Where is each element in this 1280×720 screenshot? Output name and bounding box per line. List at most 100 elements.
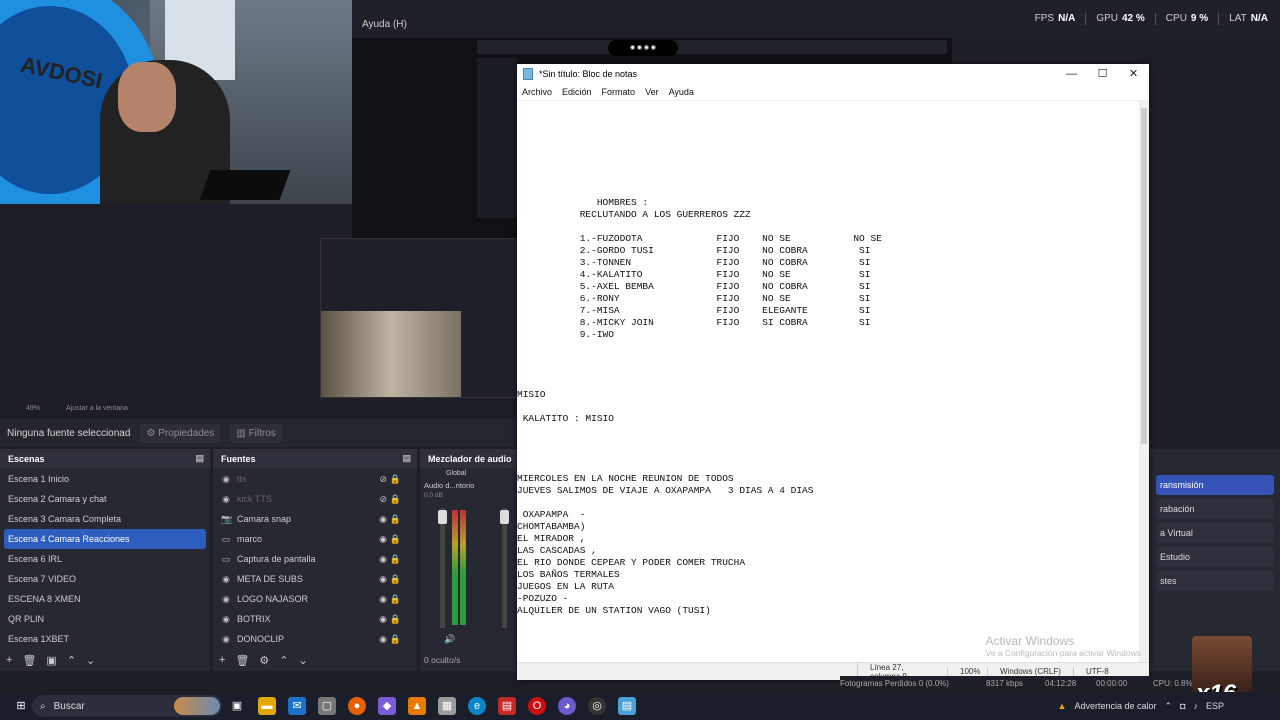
network-icon[interactable]: ◘ <box>1180 701 1185 711</box>
eye-icon[interactable]: ◉ <box>379 629 387 649</box>
eye-icon[interactable]: ◉ <box>379 569 387 589</box>
eye-icon[interactable]: ◉ <box>379 529 387 549</box>
gear-icon[interactable]: ⚙ <box>259 654 269 667</box>
close-icon[interactable]: ✕ <box>1118 64 1149 84</box>
language-indicator[interactable]: ESP <box>1206 701 1224 711</box>
undock-icon[interactable]: ▤ <box>402 453 411 464</box>
arrow-down-icon[interactable]: ⌄ <box>86 654 95 667</box>
lock-icon[interactable]: 🔒 <box>390 529 401 549</box>
maximize-icon[interactable]: ☐ <box>1087 64 1118 84</box>
chevron-up-icon[interactable]: ⌃ <box>1165 701 1173 712</box>
scene-item[interactable]: Escena 3 Camara Completa <box>0 509 210 529</box>
file-explorer-icon[interactable]: ▬ <box>258 697 276 715</box>
volume-slider[interactable] <box>440 508 445 628</box>
source-item[interactable]: 📷 Camara snap ◉ 🔒 <box>213 509 417 529</box>
source-item[interactable]: ◉ META DE SUBS ◉ 🔒 <box>213 569 417 589</box>
zoom-fit[interactable]: Ajustar a la ventana <box>66 405 128 412</box>
obs-icon[interactable]: ◎ <box>588 697 606 715</box>
source-item[interactable]: ▭ marco ◉ 🔒 <box>213 529 417 549</box>
heat-warning[interactable]: Advertencia de calor <box>1074 701 1156 711</box>
speaker-icon[interactable]: 🔊 <box>444 634 455 645</box>
eye-icon[interactable]: ◉ <box>379 509 387 529</box>
source-item[interactable]: ◉ LOGO NAJASOR ◉ 🔒 <box>213 589 417 609</box>
lock-icon[interactable]: 🔒 <box>390 509 401 529</box>
scene-item[interactable]: Escena 1 Inicio <box>0 469 210 489</box>
lock-icon[interactable]: 🔒 <box>390 589 401 609</box>
lock-icon[interactable]: 🔒 <box>390 549 401 569</box>
source-item[interactable]: ◉ kick TTS ⊘ 🔒 <box>213 489 417 509</box>
eye-icon[interactable]: ◉ <box>379 609 387 629</box>
arrow-up-icon[interactable]: ⌃ <box>279 654 288 667</box>
firefox-icon[interactable]: ● <box>348 697 366 715</box>
scene-item[interactable]: Escena 1XBET <box>0 629 210 649</box>
filters-button[interactable]: ▥ Filtros <box>230 423 282 443</box>
volume-slider-handle[interactable] <box>438 510 447 524</box>
notepad-titlebar[interactable]: *Sin título: Bloc de notas — ☐ ✕ <box>517 64 1149 84</box>
settings-button[interactable]: stes <box>1156 571 1274 591</box>
minimize-icon[interactable]: — <box>1056 64 1087 84</box>
eye-icon[interactable]: ◉ <box>379 589 387 609</box>
mixer-global-tab[interactable]: Global <box>446 470 466 477</box>
eye-icon[interactable]: ◉ <box>379 549 387 569</box>
add-icon[interactable]: + <box>219 654 225 666</box>
undock-icon[interactable]: ▤ <box>195 453 204 464</box>
scene-item[interactable]: QR PLIN <box>0 609 210 629</box>
notepad-text-area[interactable]: HOMBRES : RECLUTANDO A LOS GUERREROS ZZZ… <box>517 100 1139 662</box>
start-stream-button[interactable]: ransmisión <box>1156 475 1274 495</box>
scene-item[interactable]: Escena 2 Camara y chat <box>0 489 210 509</box>
notepad-window[interactable]: *Sin título: Bloc de notas — ☐ ✕ Archivo… <box>517 64 1149 681</box>
properties-button[interactable]: ⚙ Propiedades <box>140 423 221 443</box>
app-icon-3[interactable]: ▦ <box>438 697 456 715</box>
trash-icon[interactable]: 🗑 <box>22 654 36 667</box>
scene-item[interactable]: Escena 7 VIDEO <box>0 569 210 589</box>
add-icon[interactable]: + <box>6 654 12 666</box>
source-item[interactable]: ◉ tts ⊘ 🔒 <box>213 469 417 489</box>
filter-icon[interactable]: ▣ <box>46 654 56 667</box>
windows-start-icon[interactable]: ⊞ <box>12 697 30 715</box>
app-icon-2[interactable]: ◆ <box>378 697 396 715</box>
browser-icon: ◉ <box>222 494 230 504</box>
discord-icon[interactable]: ◕ <box>558 697 576 715</box>
lock-icon[interactable]: 🔒 <box>390 629 401 649</box>
vlc-icon[interactable]: ▲ <box>408 697 426 715</box>
opera-icon[interactable]: O <box>528 697 546 715</box>
notepad-scrollbar[interactable] <box>1139 100 1149 662</box>
arrow-up-icon[interactable]: ⌃ <box>67 654 76 667</box>
scene-item[interactable]: ESCENA 8 XMEN <box>0 589 210 609</box>
volume-slider-handle-2[interactable] <box>500 510 509 524</box>
scene-item[interactable]: Escena 4 Camara Reacciones <box>4 529 206 549</box>
edge-icon[interactable]: e <box>468 697 486 715</box>
notepad-taskbar-icon[interactable]: ▤ <box>618 697 636 715</box>
arrow-down-icon[interactable]: ⌄ <box>299 654 308 667</box>
lock-icon[interactable]: 🔒 <box>390 609 401 629</box>
app-icon-4[interactable]: ▤ <box>498 697 516 715</box>
menu-archivo[interactable]: Archivo <box>522 87 552 97</box>
task-view-icon[interactable]: ▣ <box>228 697 246 715</box>
mail-icon[interactable]: ✉ <box>288 697 306 715</box>
menu-ayuda[interactable]: Ayuda <box>669 87 694 97</box>
lock-icon[interactable]: 🔒 <box>390 489 401 509</box>
source-item[interactable]: ◉ BOTRIX ◉ 🔒 <box>213 609 417 629</box>
eye-hidden-icon[interactable]: ⊘ <box>379 469 387 489</box>
menu-edición[interactable]: Edición <box>562 87 592 97</box>
app-icon[interactable]: ▢ <box>318 697 336 715</box>
lock-icon[interactable]: 🔒 <box>390 469 401 489</box>
volume-icon[interactable]: ♪ <box>1193 701 1198 711</box>
eye-hidden-icon[interactable]: ⊘ <box>379 489 387 509</box>
trash-icon[interactable]: 🗑 <box>235 654 249 667</box>
menu-formato[interactable]: Formato <box>602 87 636 97</box>
zoom-value[interactable]: 49% <box>26 405 40 412</box>
studio-mode-button[interactable]: Estudio <box>1156 547 1274 567</box>
start-record-button[interactable]: rabación <box>1156 499 1274 519</box>
volume-slider-2[interactable] <box>502 508 507 628</box>
menu-help[interactable]: Ayuda (H) <box>362 19 407 30</box>
scrollbar-thumb[interactable] <box>1141 108 1147 444</box>
source-item[interactable]: ◉ DONOCLIP ◉ 🔒 <box>213 629 417 649</box>
taskbar-search[interactable]: ⌕ Buscar <box>32 695 222 717</box>
virtual-camera-button[interactable]: a Virtual <box>1156 523 1274 543</box>
lock-icon[interactable]: 🔒 <box>390 569 401 589</box>
menu-ver[interactable]: Ver <box>645 87 659 97</box>
scene-item[interactable]: Escena 6 IRL <box>0 549 210 569</box>
bitrate: 8317 kbps <box>986 679 1023 688</box>
source-item[interactable]: ▭ Captura de pantalla ◉ 🔒 <box>213 549 417 569</box>
